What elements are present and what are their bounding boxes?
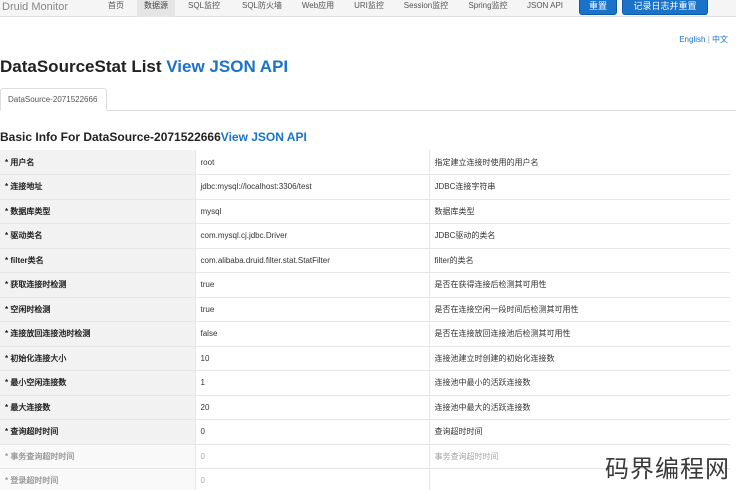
table-row: * 最大连接数 20 连接池中最大的活跃连接数 [0, 395, 730, 420]
nav-datasource[interactable]: 数据源 [137, 0, 175, 17]
row-desc: 是否在连接空闲一段时间后检测其可用性 [429, 297, 730, 322]
row-value: 0 [195, 444, 430, 469]
row-key: * 连接放回连接池时检测 [0, 321, 196, 347]
row-desc: 连接池中最小的活跃连接数 [429, 370, 730, 396]
row-desc: 是否在获得连接后检测其可用性 [429, 272, 730, 298]
table-row: * 连接放回连接池时检测 false 是否在连接放回连接池后检测其可用性 [0, 321, 730, 347]
reset-button[interactable]: 重置 [579, 0, 617, 15]
table-row: * 最小空闲连接数 1 连接池中最小的活跃连接数 [0, 370, 730, 396]
row-desc: 是否在连接放回连接池后检测其可用性 [429, 321, 730, 347]
table-row: * 连接地址 jdbc:mysql://localhost:3306/test JD… [0, 174, 730, 200]
section-title-text: Basic Info For DataSource-2071522666 [0, 130, 221, 144]
basic-info-table: * 用户名 root 指定建立连接时使用的用户名 * 连接地址 jdbc:mysql:… [0, 150, 730, 490]
row-key: * 用户名 [0, 150, 196, 175]
table-row: * 用户名 root 指定建立连接时使用的用户名 [0, 150, 730, 175]
row-key: * 获取连接时检测 [0, 272, 196, 298]
row-key: * 空闲时检测 [0, 297, 196, 322]
view-json-api-link[interactable]: View JSON API [166, 57, 288, 76]
table-row: * 查询超时时间 0 查询超时时间 [0, 419, 730, 445]
top-navbar: Druid Monitor 首页 数据源 SQL监控 SQL防火墙 Web应用 … [0, 0, 736, 17]
lang-chinese-link[interactable]: 中文 [712, 35, 728, 44]
section-title: Basic Info For DataSource-2071522666View… [0, 130, 307, 144]
nav-sql-firewall[interactable]: SQL防火墙 [234, 0, 290, 17]
nav-session-monitor[interactable]: Session监控 [397, 0, 455, 17]
table-row: * 初始化连接大小 10 连接池建立时创建的初始化连接数 [0, 346, 730, 371]
row-value: true [195, 272, 430, 298]
row-value: 20 [195, 395, 430, 420]
row-value: com.alibaba.druid.filter.stat.StatFilter [195, 248, 430, 273]
row-key: * 登录超时时间 [0, 468, 196, 490]
row-key: * 事务查询超时时间 [0, 444, 196, 469]
nav-uri-monitor[interactable]: URI监控 [346, 0, 392, 17]
row-value: false [195, 321, 430, 347]
log-and-reset-button[interactable]: 记录日志并重置 [622, 0, 708, 15]
row-key: * filter类名 [0, 248, 196, 273]
watermark-logo: 码界编程网 [605, 455, 730, 483]
row-desc: JDBC连接字符串 [429, 174, 730, 200]
row-key: * 数据库类型 [0, 199, 196, 224]
row-key: * 驱动类名 [0, 223, 196, 249]
row-key: * 连接地址 [0, 174, 196, 200]
lang-english-link[interactable]: English [679, 35, 705, 44]
table-row: * filter类名 com.alibaba.druid.filter.stat.… [0, 248, 730, 273]
nav-web-app[interactable]: Web应用 [295, 0, 341, 17]
row-value: 0 [195, 419, 430, 445]
row-key: * 初始化连接大小 [0, 346, 196, 371]
row-desc: 数据库类型 [429, 199, 730, 224]
row-value: mysql [195, 199, 430, 224]
row-value: com.mysql.cj.jdbc.Driver [195, 223, 430, 249]
language-switch: English | 中文 [679, 34, 728, 45]
row-value: jdbc:mysql://localhost:3306/test [195, 174, 430, 200]
table-row: * 空闲时检测 true 是否在连接空闲一段时间后检测其可用性 [0, 297, 730, 322]
page-title-text: DataSourceStat List [0, 57, 167, 76]
nav-home[interactable]: 首页 [98, 0, 134, 17]
row-desc: 指定建立连接时使用的用户名 [429, 150, 730, 175]
row-value: 1 [195, 370, 430, 396]
row-key: * 查询超时时间 [0, 419, 196, 445]
nav-json-api[interactable]: JSON API [520, 0, 570, 17]
tab-datasource[interactable]: DataSource-2071522666 [0, 88, 107, 111]
nav-spring-monitor[interactable]: Spring监控 [461, 0, 515, 17]
row-key: * 最大连接数 [0, 395, 196, 420]
table-row: * 数据库类型 mysql 数据库类型 [0, 199, 730, 224]
tab-divider [107, 110, 736, 111]
row-desc: JDBC驱动的类名 [429, 223, 730, 249]
row-value: root [195, 150, 430, 175]
section-json-api-link[interactable]: View JSON API [221, 130, 307, 144]
table-row: * 驱动类名 com.mysql.cj.jdbc.Driver JDBC驱动的类名 [0, 223, 730, 249]
row-desc: filter的类名 [429, 248, 730, 273]
lang-separator: | [707, 35, 710, 44]
row-value: true [195, 297, 430, 322]
row-desc: 连接池中最大的活跃连接数 [429, 395, 730, 420]
row-desc: 查询超时时间 [429, 419, 730, 445]
row-value: 10 [195, 346, 430, 371]
row-key: * 最小空闲连接数 [0, 370, 196, 396]
table-row: * 获取连接时检测 true 是否在获得连接后检测其可用性 [0, 272, 730, 298]
page-title: DataSourceStat List View JSON API [0, 57, 288, 77]
nav-sql-monitor[interactable]: SQL监控 [180, 0, 228, 17]
row-value: 0 [195, 468, 430, 490]
brand-logo[interactable]: Druid Monitor [0, 0, 68, 17]
row-desc: 连接池建立时创建的初始化连接数 [429, 346, 730, 371]
